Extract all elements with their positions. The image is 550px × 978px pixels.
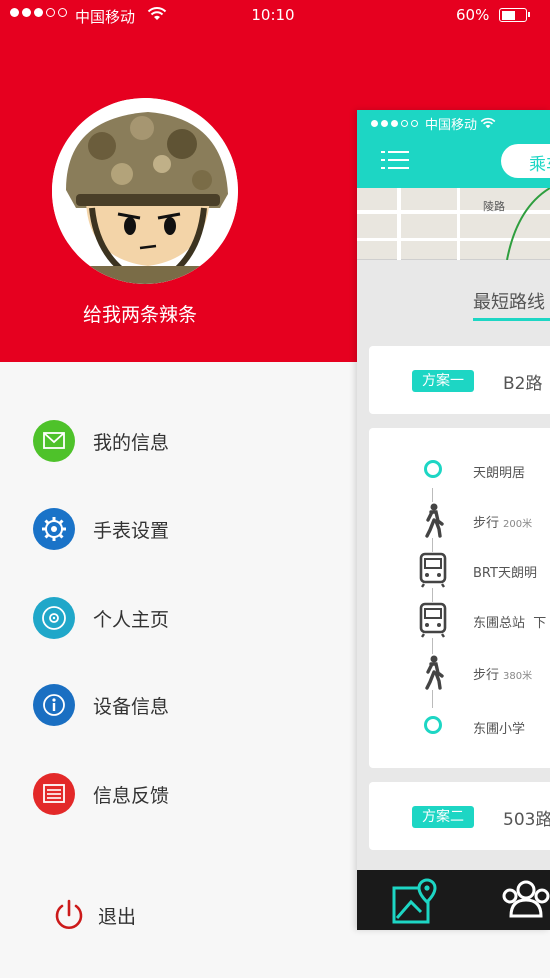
map-tab-icon[interactable] <box>391 876 439 926</box>
route-detail-card: 天朗明居 步行 200米 BRT天朗明 东圃总站 下 步行 380米 东圃小学 <box>369 428 550 768</box>
map-view[interactable]: 陵路 <box>357 188 550 260</box>
map-road-label: 陵路 <box>483 200 505 213</box>
status-bar: 中国移动 10:10 60% <box>0 0 550 32</box>
main-header: 中国移动 乘车 <box>357 110 550 188</box>
plan-route: 503路 <box>503 810 550 830</box>
plan-card-2[interactable]: 方案二 503路 <box>369 782 550 850</box>
step-text: 步行 380米 <box>473 668 533 683</box>
menu-label-homepage: 个人主页 <box>93 609 170 631</box>
route-step: 步行 380米 <box>369 654 550 694</box>
menu-item-watch-settings[interactable]: 手表设置 <box>0 508 356 578</box>
feedback-icon <box>33 773 75 815</box>
plan-route: B2路 <box>503 374 543 394</box>
soldier-avatar-icon <box>52 98 238 284</box>
step-text: 东圃总站 下 <box>473 616 547 631</box>
walk-icon <box>417 654 449 690</box>
menu-item-feedback[interactable]: 信息反馈 <box>0 773 356 843</box>
main-status-bar: 中国移动 <box>371 114 496 133</box>
bus-icon <box>417 552 449 588</box>
power-icon <box>55 899 83 929</box>
main-screen[interactable]: 中国移动 乘车 陵路 最短路线 方案一 B2路 <box>357 110 550 930</box>
step-text: 步行 200米 <box>473 516 533 531</box>
end-point-icon <box>417 708 449 744</box>
menu-label-device-info: 设备信息 <box>93 696 170 718</box>
bottom-tab-bar <box>357 870 550 930</box>
plan-badge: 方案二 <box>412 806 474 828</box>
logout-label: 退出 <box>98 906 137 928</box>
menu-label-my-info: 我的信息 <box>93 432 170 454</box>
battery-icon <box>499 8 530 22</box>
disc-icon <box>33 597 75 639</box>
route-step: 步行 200米 <box>369 502 550 542</box>
tab-ride[interactable]: 乘车 <box>501 144 550 178</box>
tab-underline <box>473 318 550 321</box>
bus-icon <box>417 602 449 638</box>
plan-card-1[interactable]: 方案一 B2路 <box>369 346 550 414</box>
plan-badge: 方案一 <box>412 370 474 392</box>
route-step: 东圃总站 下 <box>369 602 550 642</box>
step-text: 天朗明居 <box>473 466 526 481</box>
route-step: BRT天朗明 <box>369 552 550 592</box>
step-text: BRT天朗明 <box>473 566 537 581</box>
wifi-icon <box>480 117 496 129</box>
battery-percent: 60% <box>456 6 490 24</box>
logout-button[interactable]: 退出 <box>52 898 252 934</box>
username: 给我两条辣条 <box>82 304 197 326</box>
route-step: 东圃小学 <box>369 708 550 748</box>
menu-item-device-info[interactable]: 设备信息 <box>0 684 356 754</box>
gear-icon <box>33 508 75 550</box>
hamburger-menu-icon[interactable] <box>381 148 409 172</box>
map-route-line <box>506 188 550 260</box>
avatar[interactable] <box>52 98 238 284</box>
menu-label-feedback: 信息反馈 <box>93 785 170 807</box>
route-step: 天朗明居 <box>369 452 550 492</box>
mail-icon <box>33 420 75 462</box>
main-carrier-label: 中国移动 <box>425 118 478 133</box>
info-icon <box>33 684 75 726</box>
start-point-icon <box>417 452 449 488</box>
menu-item-my-info[interactable]: 我的信息 <box>0 420 356 490</box>
group-tab-icon[interactable] <box>501 876 550 926</box>
menu-label-watch-settings: 手表设置 <box>93 520 170 542</box>
menu-item-homepage[interactable]: 个人主页 <box>0 597 356 667</box>
step-text: 东圃小学 <box>473 722 526 737</box>
walk-icon <box>417 502 449 538</box>
tab-shortest-route[interactable]: 最短路线 <box>473 288 545 314</box>
